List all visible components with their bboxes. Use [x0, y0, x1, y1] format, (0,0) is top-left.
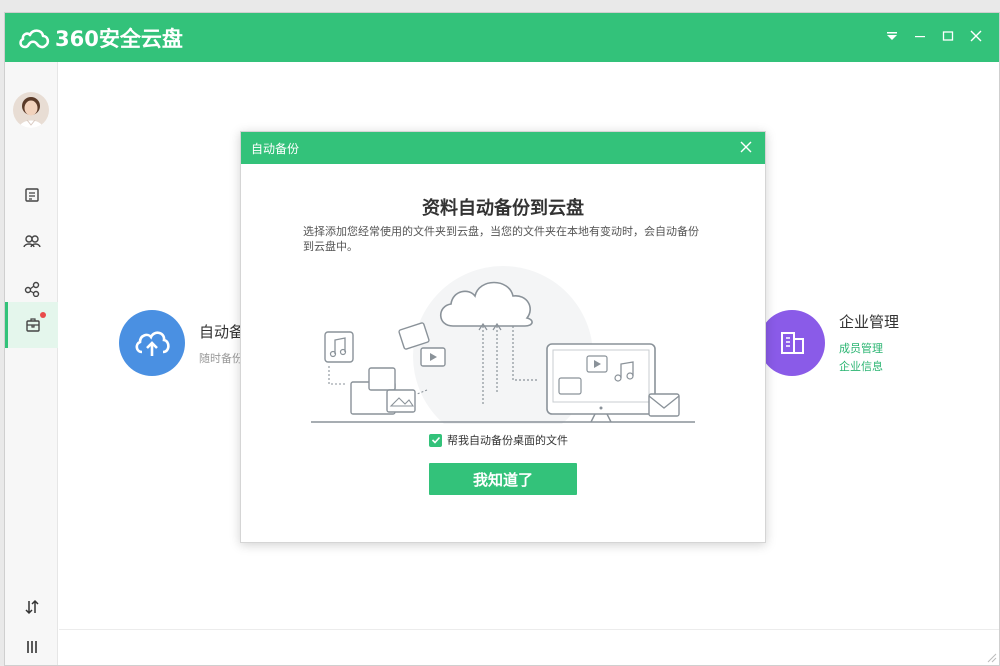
status-strip [59, 629, 999, 665]
avatar[interactable] [13, 92, 49, 128]
backup-desktop-label: 帮我自动备份桌面的文件 [447, 434, 568, 447]
upload-cloud-icon [119, 310, 185, 376]
sidebar-item-group[interactable] [5, 218, 58, 264]
maximize-icon[interactable] [939, 27, 957, 45]
auto-backup-sub: 随时备份 [199, 351, 243, 365]
backup-illustration [311, 266, 695, 424]
cloud-logo-icon [19, 29, 50, 49]
mail-illus-icon [648, 393, 680, 417]
building-icon [759, 310, 825, 376]
app-logo: 360安全云盘 [17, 23, 183, 53]
app-window: 360安全云盘 自动备 随时备份 企业管理 成员管理 企业信息 自动备份 资料自… [4, 12, 1000, 666]
auto-backup-card[interactable]: 自动备 随时备份 [119, 310, 244, 376]
member-management-link[interactable]: 成员管理 [839, 340, 899, 358]
enterprise-title: 企业管理 [839, 312, 900, 331]
app-title: 360安全云盘 [55, 27, 183, 51]
sidebar-item-files[interactable] [5, 172, 58, 218]
dialog-title: 资料自动备份到云盘 [422, 198, 584, 219]
sidebar-item-menu[interactable] [5, 624, 58, 665]
close-icon[interactable] [967, 27, 985, 45]
notification-badge [40, 312, 46, 318]
share-icon [24, 281, 39, 297]
auto-backup-dialog: 自动备份 资料自动备份到云盘 选择添加您经常使用的文件夹到云盘，当您的文件夹在本… [240, 131, 766, 543]
folder-illus-icon [350, 367, 416, 415]
resize-grip-icon[interactable] [985, 651, 997, 663]
monitor-illus-icon [546, 343, 656, 423]
sidebar-item-toolbox[interactable] [5, 302, 58, 348]
minimize-icon[interactable] [911, 27, 929, 45]
auto-backup-title: 自动备 [199, 322, 245, 341]
enterprise-info-link[interactable]: 企业信息 [839, 358, 899, 376]
dialog-close-icon[interactable] [739, 140, 755, 156]
backup-desktop-checkbox[interactable] [429, 433, 442, 447]
music-file-illus-icon [324, 331, 354, 363]
group-icon [22, 235, 41, 248]
enterprise-card[interactable]: 企业管理 成员管理 企业信息 [759, 310, 899, 376]
transfer-icon [24, 599, 39, 615]
sidebar [5, 62, 58, 665]
dialog-header-title: 自动备份 [251, 141, 300, 156]
confirm-button[interactable]: 我知道了 [429, 463, 577, 495]
backup-desktop-option[interactable]: 帮我自动备份桌面的文件 [429, 432, 568, 448]
menu-down-icon[interactable] [883, 27, 901, 45]
toolbox-icon [26, 318, 40, 332]
document-icon [24, 188, 39, 202]
dialog-header: 自动备份 [241, 132, 765, 164]
title-bar: 360安全云盘 [5, 13, 999, 62]
menu-icon [26, 641, 37, 653]
